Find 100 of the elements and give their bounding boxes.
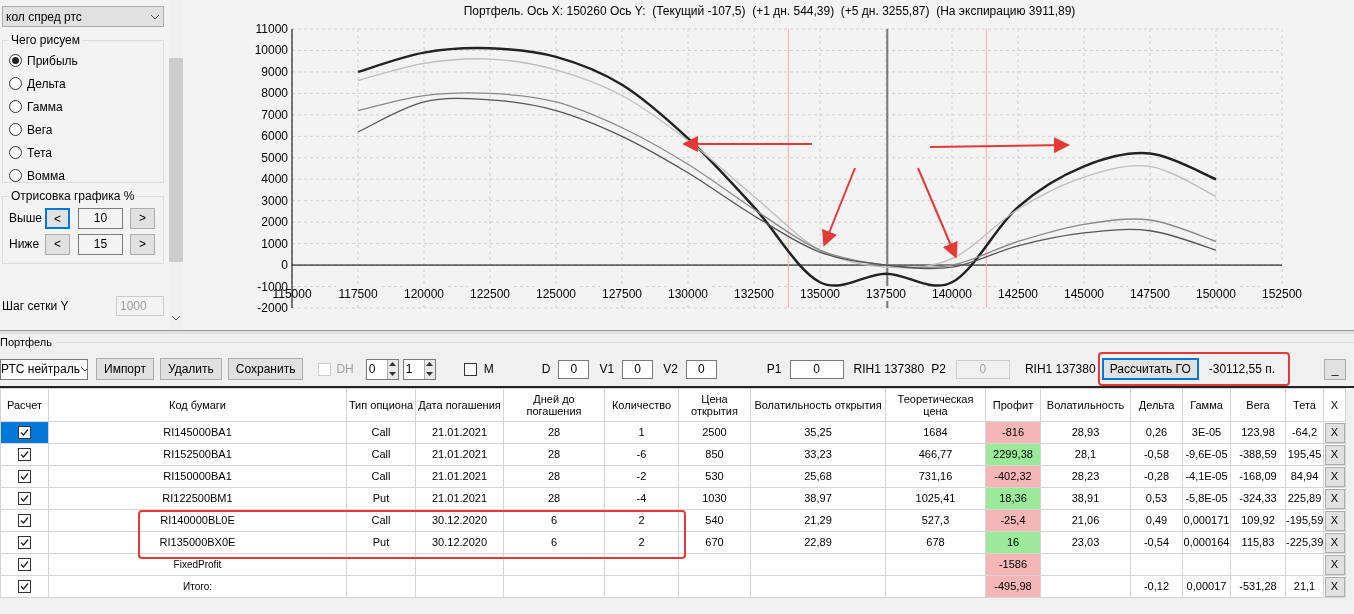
delete-button[interactable]: X — [1324, 422, 1345, 443]
table-cell: 25,68 — [750, 465, 886, 488]
table-cell[interactable] — [0, 465, 49, 488]
ticker-label: RIH1 137380 — [853, 361, 925, 378]
table-cell: Call — [346, 421, 416, 444]
column-header[interactable]: Волатильность — [1040, 388, 1131, 422]
toolbar-button[interactable]: Удалить — [159, 358, 222, 380]
decrease-button[interactable]: < — [45, 207, 70, 229]
table-cell[interactable] — [0, 443, 49, 466]
column-header[interactable]: Тип опциона — [346, 388, 416, 422]
section-title: Портфель — [0, 334, 52, 350]
checkbox[interactable] — [463, 362, 477, 376]
table-cell: 540 — [678, 509, 751, 532]
radio-button[interactable] — [9, 54, 22, 67]
table-cell[interactable] — [0, 553, 49, 576]
delete-button[interactable]: X — [1324, 488, 1345, 509]
calculate-button[interactable]: Рассчитать ГО — [1101, 358, 1199, 380]
column-header[interactable]: Волатильность открытия — [750, 388, 886, 422]
table-cell[interactable] — [0, 487, 49, 510]
delete-button[interactable]: X — [1324, 510, 1345, 531]
toolbar-button[interactable]: Импорт — [96, 358, 154, 380]
delete-button[interactable]: X — [1324, 532, 1345, 553]
column-header[interactable]: Количество — [604, 388, 679, 422]
range-value[interactable]: 10 — [78, 207, 123, 229]
radio-label: Тета — [27, 144, 52, 162]
checkbox[interactable] — [18, 580, 31, 593]
checkbox[interactable] — [18, 448, 31, 461]
column-header[interactable]: Дельта — [1130, 388, 1183, 422]
axis-tick-label: 1000 — [261, 236, 288, 251]
value-field[interactable]: 0 — [622, 359, 654, 379]
table-cell: RI140000BL0E — [48, 509, 347, 532]
table-cell: -6 — [604, 443, 679, 466]
radio-label: Дельта — [27, 75, 66, 93]
column-header[interactable]: Код бумаги — [48, 388, 347, 422]
checkbox[interactable] — [18, 558, 31, 571]
table-cell[interactable] — [0, 575, 49, 598]
table-cell: 530 — [678, 465, 751, 488]
portfolio-dropdown[interactable]: РТС нейтраль — [0, 358, 88, 380]
radio-button[interactable] — [9, 146, 22, 159]
axis-tick-label: 2000 — [261, 215, 288, 230]
value-field[interactable]: 0 — [558, 359, 590, 379]
checkbox[interactable] — [18, 426, 31, 439]
column-header[interactable]: Расчет — [0, 388, 49, 422]
table-cell: Put — [346, 487, 416, 510]
radio-button[interactable] — [9, 169, 22, 182]
table-cell: -9,6E-05 — [1182, 443, 1231, 466]
toolbar-button[interactable]: Сохранить — [227, 358, 304, 380]
minimize-button[interactable]: _ — [1324, 358, 1346, 380]
checkbox[interactable] — [18, 536, 31, 549]
delete-button[interactable]: X — [1324, 466, 1345, 487]
radio-button[interactable] — [9, 123, 22, 136]
column-header[interactable]: Тета — [1285, 388, 1324, 422]
radio-label: Вомма — [27, 167, 65, 185]
column-header[interactable]: Теоретическая цена — [885, 388, 986, 422]
increase-button[interactable]: > — [130, 207, 155, 229]
table-cell: -388,59 — [1230, 443, 1286, 466]
axis-tick-label: 3000 — [261, 193, 288, 208]
range-value[interactable]: 15 — [78, 233, 123, 255]
axis-tick-label: 125000 — [536, 287, 576, 302]
checkbox[interactable] — [18, 514, 31, 527]
group-title: Отрисовка графика % — [10, 188, 136, 205]
margin-value: -30112,55 п. — [1208, 361, 1276, 378]
delete-button[interactable]: X — [1324, 444, 1345, 465]
table-cell: RI122500BM1 — [48, 487, 347, 510]
table-cell[interactable] — [0, 421, 49, 444]
value-field[interactable]: 0 — [685, 359, 717, 379]
value-field[interactable]: 0 — [789, 359, 844, 379]
axis-tick-label: 152500 — [1262, 287, 1302, 302]
preset-dropdown[interactable]: кол спред ртс — [2, 6, 164, 27]
column-header[interactable]: Цена открытия — [678, 388, 751, 422]
table-cell: 123,98 — [1230, 421, 1286, 444]
column-header[interactable]: Гамма — [1182, 388, 1231, 422]
table-cell: Call — [346, 509, 416, 532]
column-header[interactable]: Дата погашения — [415, 388, 504, 422]
axis-tick-label: 140000 — [932, 287, 972, 302]
spinner-field[interactable]: 0 — [365, 358, 399, 380]
radio-button[interactable] — [9, 77, 22, 90]
decrease-button[interactable]: < — [45, 233, 70, 255]
axis-tick-label: 117500 — [338, 287, 378, 302]
table-cell: RI145000BA1 — [48, 421, 347, 444]
checkbox[interactable] — [18, 492, 31, 505]
table-cell: 23,03 — [1040, 531, 1131, 554]
spinner-field[interactable]: 1 — [402, 358, 436, 380]
column-header[interactable]: Вега — [1230, 388, 1286, 422]
radio-button[interactable] — [9, 100, 22, 113]
table-cell: RI135000BX0E — [48, 531, 347, 554]
table-cell: 527,3 — [885, 509, 986, 532]
column-header[interactable]: Дней до погашения — [503, 388, 605, 422]
table-cell: Call — [346, 465, 416, 488]
axis-tick-label: 6000 — [261, 129, 288, 144]
delete-button[interactable]: X — [1324, 576, 1345, 597]
table-cell[interactable] — [0, 531, 49, 554]
column-header[interactable]: X — [1323, 388, 1346, 422]
increase-button[interactable]: > — [130, 233, 155, 255]
table-cell: 2 — [604, 531, 679, 554]
delete-button[interactable]: X — [1324, 554, 1345, 575]
column-header[interactable]: Профит — [985, 388, 1041, 422]
table-cell[interactable] — [0, 509, 49, 532]
checkbox[interactable] — [18, 470, 31, 483]
axis-tick-label: 127500 — [602, 287, 642, 302]
